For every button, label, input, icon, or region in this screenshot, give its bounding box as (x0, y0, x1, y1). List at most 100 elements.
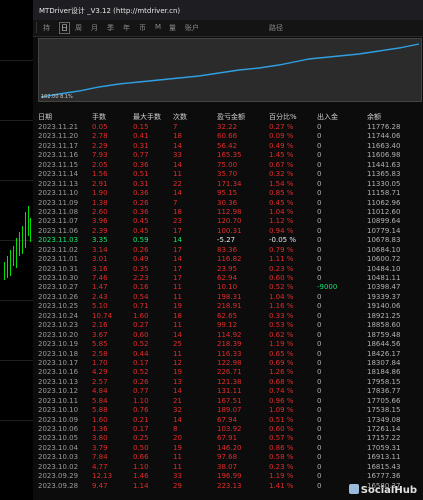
header-lots[interactable]: 手数 (92, 112, 106, 122)
table-row[interactable]: 2023.10.04 3.79 0.50 19 146.20 0.86 % 0 17059.3… (33, 444, 423, 453)
header-count[interactable]: 次数 (173, 112, 187, 122)
table-row[interactable]: 2023.11.09 1.38 0.26 7 30.36 0.45 % 0 11062.96 (33, 199, 423, 208)
row-count: 13 (173, 377, 182, 386)
table-row[interactable]: 2023.10.17 1.70 0.17 12 122.98 0.69 % 0 18307.8… (33, 359, 423, 368)
table-row[interactable]: 2023.11.14 1.56 0.51 11 35.70 0.32 % 0 11365.83 (33, 170, 423, 179)
table-row[interactable]: 2023.10.06 1.36 0.17 8 103.92 0.60 % 0 17261.14 (33, 425, 423, 434)
row-date: 2023.10.31 (38, 264, 79, 273)
row-lots: 3.79 (92, 443, 108, 452)
row-pnl: 131.11 (217, 387, 242, 396)
table-row[interactable]: 2023.10.05 3.80 0.25 20 67.91 0.57 % 0 17157.22 (33, 434, 423, 443)
table-row[interactable]: 2023.10.11 5.84 1.10 21 167.51 0.96 % 0 17705.6… (33, 397, 423, 406)
table-row[interactable]: 2023.09.29 12.13 1.46 33 196.99 1.19 % 0 16777.… (33, 472, 423, 481)
table-row[interactable]: 2023.11.02 3.14 0.26 17 83.36 0.79 % 0 10684.10 (33, 246, 423, 255)
table-row[interactable]: 2023.10.30 7.46 2.23 17 62.94 0.60 % 0 10481.11 (33, 274, 423, 283)
tab-m[interactable]: M (155, 23, 161, 31)
tab-volume[interactable]: 量 (169, 23, 176, 33)
row-deposit: 0 (317, 302, 322, 311)
row-deposit: 0 (317, 472, 322, 481)
row-lots: 4.29 (92, 368, 108, 377)
title-bar[interactable]: MTDriver设计 _V3.12 (http://mtdriver.cn) (33, 0, 423, 20)
price-candle (7, 256, 8, 278)
table-row[interactable]: 2023.11.16 7.93 0.77 33 165.35 1.45 % 0 11606.9… (33, 151, 423, 160)
table-row[interactable]: 2023.10.20 3.67 0.60 14 114.92 0.62 % 0 18759.4… (33, 331, 423, 340)
row-count: 11 (173, 349, 182, 358)
table-row[interactable]: 2023.10.09 1.60 0.21 14 67.94 0.51 % 0 17349.08 (33, 416, 423, 425)
row-max-lots: 0.41 (133, 132, 149, 141)
table-row[interactable]: 2023.10.03 7.84 0.66 11 97.68 0.58 % 0 16913.11 (33, 453, 423, 462)
table-row[interactable]: 2023.11.08 2.60 0.36 18 112.98 1.04 % 0 11012.6… (33, 208, 423, 217)
table-row[interactable]: 2023.11.03 3.35 0.59 14 -5.27 -0.05 % 0 10678.8… (33, 236, 423, 245)
row-count: 11 (173, 462, 182, 471)
table-row[interactable]: 2023.10.31 3.16 0.35 17 23.95 0.23 % 0 10484.10 (33, 265, 423, 274)
tab-account[interactable]: 账户 (185, 23, 199, 33)
tab-currency[interactable]: 币 (139, 23, 146, 33)
row-date: 2023.10.24 (38, 311, 79, 320)
table-row[interactable]: 2023.10.12 4.84 0.77 14 131.11 0.74 % 0 17836.7… (33, 387, 423, 396)
tab-holdings[interactable]: 持 (43, 23, 50, 33)
header-percent[interactable]: 百分比% (269, 112, 297, 122)
row-count: 19 (173, 368, 182, 377)
row-balance: 16777.36 (367, 472, 401, 481)
row-percent: 0.96 % (269, 396, 294, 405)
table-row[interactable]: 2023.10.02 4.77 1.10 11 38.07 0.23 % 0 16815.43 (33, 463, 423, 472)
table-row[interactable]: 2023.11.20 2.78 0.41 18 60.66 0.09 % 0 11744.06 (33, 132, 423, 141)
header-pnl[interactable]: 盈亏金额 (217, 112, 245, 122)
header-max-lots[interactable]: 最大手数 (133, 112, 161, 122)
watermark: SocialHub (348, 484, 417, 496)
table-row[interactable]: 2023.10.16 4.29 0.52 19 226.71 1.26 % 0 18184.8… (33, 368, 423, 377)
table-row[interactable]: 2023.10.24 10.74 1.60 18 62.65 0.33 % 0 18921.2… (33, 312, 423, 321)
row-balance: 18307.84 (367, 358, 401, 367)
table-row[interactable]: 2023.10.10 5.88 0.76 32 189.07 1.09 % 0 17538.1… (33, 406, 423, 415)
row-max-lots: 0.66 (133, 453, 149, 462)
header-deposit[interactable]: 出入金 (317, 112, 338, 122)
row-lots: 4.84 (92, 387, 108, 396)
header-date[interactable]: 日期 (38, 112, 52, 122)
tab-weekly[interactable]: 周 (75, 23, 82, 33)
row-balance: 17958.15 (367, 377, 401, 386)
row-date: 2023.10.13 (38, 377, 79, 386)
row-max-lots: 0.60 (133, 330, 149, 339)
row-deposit: 0 (317, 189, 322, 198)
row-lots: 3.67 (92, 330, 108, 339)
row-date: 2023.11.02 (38, 245, 79, 254)
table-row[interactable]: 2023.11.13 2.91 0.31 22 171.34 1.54 % 0 11330.0… (33, 180, 423, 189)
table-row[interactable]: 2023.11.15 2.05 0.36 14 75.00 0.67 % 0 11441.63 (33, 161, 423, 170)
table-row[interactable]: 2023.11.01 3.01 0.49 14 116.82 1.11 % 0 10600.7… (33, 255, 423, 264)
table-row[interactable]: 2023.11.17 2.29 0.31 14 56.42 0.49 % 0 11663.40 (33, 142, 423, 151)
row-count: 11 (173, 283, 182, 292)
row-lots: 9.47 (92, 481, 108, 490)
table-row[interactable]: 2023.10.26 2.43 0.54 11 198.31 1.04 % 0 19339.3… (33, 293, 423, 302)
row-max-lots: 0.52 (133, 368, 149, 377)
row-percent: 1.45 % (269, 151, 294, 160)
table-row[interactable]: 2023.10.25 5.10 0.71 19 218.91 1.16 % 0 19140.0… (33, 302, 423, 311)
row-percent: 0.94 % (269, 226, 294, 235)
table-row[interactable]: 2023.11.06 2.39 0.45 17 100.31 0.94 % 0 10779.1… (33, 227, 423, 236)
row-lots: 2.91 (92, 179, 108, 188)
tab-monthly[interactable]: 月 (91, 23, 98, 33)
tab-quarterly[interactable]: 季 (107, 23, 114, 33)
row-max-lots: 0.77 (133, 387, 149, 396)
header-balance[interactable]: 余额 (367, 112, 381, 122)
table-row[interactable]: 2023.10.27 1.47 0.16 11 10.10 0.52 % -9000 1039… (33, 283, 423, 292)
row-pnl: 95.15 (217, 189, 238, 198)
row-pnl: 171.34 (217, 179, 242, 188)
table-row[interactable]: 2023.10.18 2.58 0.44 11 116.33 0.65 % 0 18426.1… (33, 350, 423, 359)
tab-daily[interactable]: 日 (59, 22, 70, 34)
tab-path[interactable]: 路径 (269, 23, 283, 33)
table-row[interactable]: 2023.11.10 1.90 0.36 14 95.15 0.85 % 0 11158.71 (33, 189, 423, 198)
row-balance: 11663.40 (367, 141, 401, 150)
table-row[interactable]: 2023.10.19 5.85 0.52 25 218.39 1.19 % 0 18644.5… (33, 340, 423, 349)
row-max-lots: 0.54 (133, 292, 149, 301)
table-row[interactable]: 2023.11.21 0.05 0.15 7 32.22 0.27 % 0 11776.28 (33, 123, 423, 132)
row-lots: 3.16 (92, 264, 108, 273)
row-count: 18 (173, 132, 182, 141)
table-row[interactable]: 2023.10.23 2.16 0.27 11 99.12 0.53 % 0 18858.60 (33, 321, 423, 330)
table-row[interactable]: 2023.10.13 2.57 0.26 13 121.38 0.68 % 0 17958.1… (33, 378, 423, 387)
row-count: 23 (173, 217, 182, 226)
chart-gridline (0, 60, 33, 61)
table-row[interactable]: 2023.11.07 3.96 0.45 23 120.70 1.12 % 0 10899.6… (33, 217, 423, 226)
row-percent: 1.04 % (269, 207, 294, 216)
price-candle (10, 250, 11, 276)
tab-yearly[interactable]: 年 (123, 23, 130, 33)
